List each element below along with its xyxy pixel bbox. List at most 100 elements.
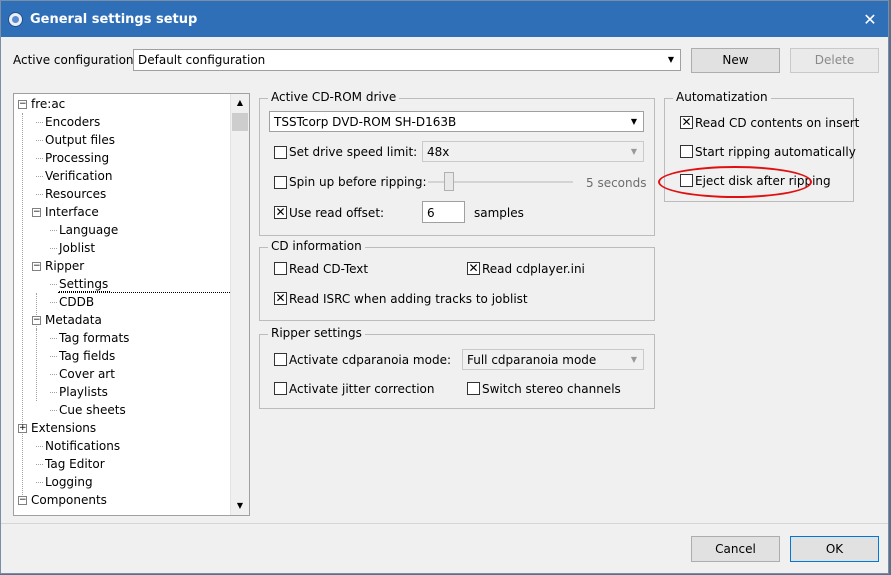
tree-connector (50, 356, 57, 357)
tree-item[interactable]: Logging (45, 473, 93, 491)
title-bar[interactable]: General settings setup ✕ (1, 1, 888, 37)
tree-connector (50, 230, 57, 231)
tree-item[interactable]: Verification (45, 167, 112, 185)
tree-connector (50, 392, 57, 393)
tree-item[interactable]: Cover art (59, 365, 115, 383)
tree-item[interactable]: Processing (45, 149, 109, 167)
new-configuration-button[interactable]: New (691, 48, 780, 73)
collapse-icon[interactable]: − (18, 100, 27, 109)
read-cdtext-checkbox[interactable] (274, 262, 287, 275)
cdparanoia-mode-select[interactable]: Full cdparanoia mode ▼ (462, 349, 644, 370)
auto-start-label: Start ripping automatically (695, 145, 856, 159)
tree-item[interactable]: Tag Editor (45, 455, 105, 473)
cancel-button[interactable]: Cancel (691, 536, 780, 562)
cdparanoia-checkbox[interactable] (274, 353, 287, 366)
scroll-down-icon[interactable]: ▼ (231, 497, 249, 515)
tree-item[interactable]: Resources (45, 185, 106, 203)
active-configuration-value: Default configuration (138, 53, 266, 67)
tree-item-label: Cue sheets (59, 403, 126, 417)
tree-item[interactable]: Tag formats (59, 329, 129, 347)
active-configuration-select[interactable]: Default configuration ▼ (133, 49, 681, 71)
active-configuration-label: Active configuration: (13, 53, 138, 67)
tree-item[interactable]: Output files (45, 131, 115, 149)
chevron-down-icon: ▼ (630, 355, 638, 364)
check-icon: ✕ (468, 261, 479, 275)
tree-connector (50, 410, 57, 411)
stereo-channels-checkbox[interactable] (467, 382, 480, 395)
read-cdplayer-checkbox[interactable]: ✕ (467, 262, 480, 275)
expand-icon[interactable]: + (18, 424, 27, 433)
tree-item[interactable]: Playlists (59, 383, 108, 401)
tree-item-label: Playlists (59, 385, 108, 399)
tree-item-label: Resources (45, 187, 107, 201)
tree-connector (50, 248, 57, 249)
tree-item[interactable]: Metadata (45, 311, 102, 329)
scroll-thumb[interactable] (232, 113, 248, 131)
speed-limit-checkbox[interactable] (274, 146, 287, 159)
tree-item[interactable]: Language (59, 221, 118, 239)
drive-select[interactable]: TSSTcorp DVD-ROM SH-D163B ▼ (269, 111, 644, 132)
tree-connector (50, 302, 57, 303)
spinup-label: Spin up before ripping: (289, 175, 427, 189)
tree-item-label: CDDB (59, 295, 95, 309)
tree-item-label: Interface (45, 205, 99, 219)
tree-connector (50, 284, 57, 285)
collapse-icon[interactable]: − (32, 316, 41, 325)
tree-item[interactable]: Cue sheets (59, 401, 126, 419)
scroll-up-icon[interactable]: ▲ (231, 94, 249, 112)
speed-limit-select[interactable]: 48x ▼ (422, 141, 644, 162)
auto-start-checkbox[interactable] (680, 145, 693, 158)
tree-item-label: Cover art (59, 367, 115, 381)
tree-item[interactable]: Components (31, 491, 107, 509)
collapse-icon[interactable]: − (18, 496, 27, 505)
close-icon[interactable]: ✕ (860, 10, 880, 30)
read-offset-checkbox[interactable]: ✕ (274, 206, 287, 219)
tree-item[interactable]: fre:ac (31, 95, 65, 113)
settings-tree[interactable]: fre:ac − Encoders Output files Processing Ver… (13, 93, 250, 516)
tree-item-label: Joblist (59, 241, 96, 255)
drive-select-value: TSSTcorp DVD-ROM SH-D163B (274, 115, 457, 129)
cd-information-group-title: CD information (268, 239, 365, 253)
tree-item-label: Tag formats (59, 331, 130, 345)
tree-guide (36, 329, 37, 401)
tree-item-label: Components (31, 493, 107, 507)
cdparanoia-mode-value: Full cdparanoia mode (467, 353, 597, 367)
tree-item[interactable]: Interface (45, 203, 99, 221)
tree-item-label: Extensions (31, 421, 97, 435)
tree-item[interactable]: Settings (59, 275, 111, 293)
delete-configuration-button[interactable]: Delete (790, 48, 879, 73)
collapse-icon[interactable]: − (32, 208, 41, 217)
tree-connector (36, 122, 43, 123)
tree-item-label: fre:ac (31, 97, 66, 111)
read-on-insert-checkbox[interactable]: ✕ (680, 116, 693, 129)
tree-item[interactable]: Notifications (45, 437, 120, 455)
spinup-checkbox[interactable] (274, 176, 287, 189)
tree-item-label: Logging (45, 475, 93, 489)
read-offset-input[interactable]: 6 (422, 201, 465, 223)
tree-item[interactable]: Joblist (59, 239, 95, 257)
tree-item[interactable]: Ripper (45, 257, 84, 275)
tree-item[interactable]: Encoders (45, 113, 100, 131)
read-isrc-checkbox[interactable]: ✕ (274, 292, 287, 305)
speed-limit-value: 48x (427, 145, 450, 159)
tree-item[interactable]: Tag fields (59, 347, 115, 365)
cd-information-group: CD information (259, 239, 655, 321)
tree-scrollbar[interactable]: ▲ ▼ (230, 94, 249, 515)
ripper-settings-group: Ripper settings (259, 326, 655, 409)
tree-item-label: Settings (59, 277, 111, 292)
tree-item[interactable]: Extensions (31, 419, 96, 437)
tree-connector (50, 374, 57, 375)
jitter-correction-label: Activate jitter correction (289, 382, 435, 396)
tree-connector (36, 482, 43, 483)
tree-item[interactable]: CDDB (59, 293, 94, 311)
stereo-channels-label: Switch stereo channels (482, 382, 621, 396)
spinup-value: 5 seconds (586, 176, 647, 190)
check-icon: ✕ (275, 205, 286, 219)
tree-item-label: Encoders (45, 115, 101, 129)
jitter-correction-checkbox[interactable] (274, 382, 287, 395)
collapse-icon[interactable]: − (32, 262, 41, 271)
spinup-slider-thumb[interactable] (444, 172, 454, 191)
ok-button[interactable]: OK (790, 536, 879, 562)
tree-connector (36, 140, 43, 141)
tree-item-label: Verification (45, 169, 113, 183)
